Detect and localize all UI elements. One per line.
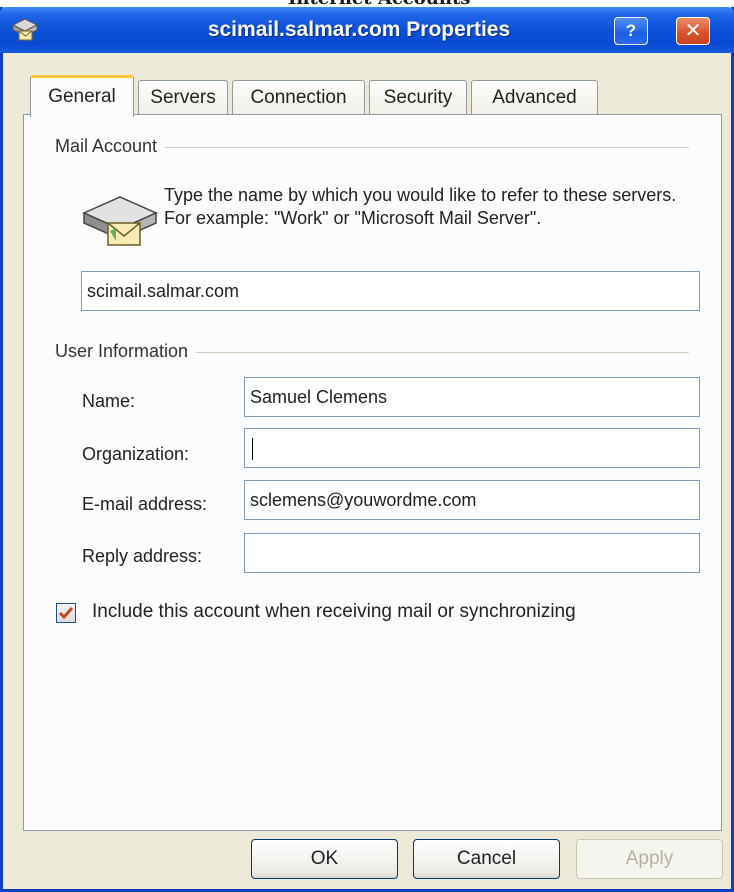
ok-button[interactable]: OK	[251, 839, 398, 879]
organization-label: Organization:	[82, 444, 190, 464]
mail-server-icon	[82, 196, 158, 246]
close-button[interactable]: ✕	[676, 17, 710, 45]
account-name-description: Type the name by which you would like to…	[164, 185, 677, 228]
reply-address-input[interactable]	[244, 533, 700, 573]
tab-strip: General Servers Connection Security Adva…	[23, 75, 723, 117]
name-input[interactable]: Samuel Clemens	[244, 377, 700, 417]
email-input[interactable]: sclemens@youwordme.com	[244, 480, 700, 520]
help-button[interactable]: ?	[614, 17, 648, 45]
include-account-label[interactable]: Include this account when receiving mail…	[92, 601, 576, 623]
tab-advanced[interactable]: Advanced	[471, 80, 598, 115]
tab-security[interactable]: Security	[369, 80, 467, 115]
organization-input[interactable]	[244, 428, 700, 468]
tab-servers[interactable]: Servers	[138, 80, 228, 115]
account-name-input[interactable]: scimail.salmar.com	[81, 271, 700, 311]
general-tab-panel: Mail Account Type the name by which you …	[23, 114, 722, 831]
checkmark-icon	[58, 607, 74, 620]
include-account-checkbox[interactable]	[56, 603, 76, 623]
text-caret	[252, 438, 253, 461]
tab-general[interactable]: General	[30, 75, 134, 117]
name-label: Name:	[82, 391, 136, 411]
apply-button[interactable]: Apply	[576, 839, 723, 879]
user-information-group-label: User Information	[55, 341, 197, 362]
tab-connection[interactable]: Connection	[232, 80, 365, 115]
mail-account-group-label: Mail Account	[55, 136, 166, 157]
title-bar[interactable]: scimail.salmar.com Properties ? ✕	[0, 7, 734, 53]
reply-address-label: Reply address:	[82, 546, 203, 566]
properties-dialog: scimail.salmar.com Properties ? ✕ Genera…	[0, 7, 734, 892]
cancel-button[interactable]: Cancel	[413, 839, 560, 879]
email-label: E-mail address:	[82, 494, 208, 514]
